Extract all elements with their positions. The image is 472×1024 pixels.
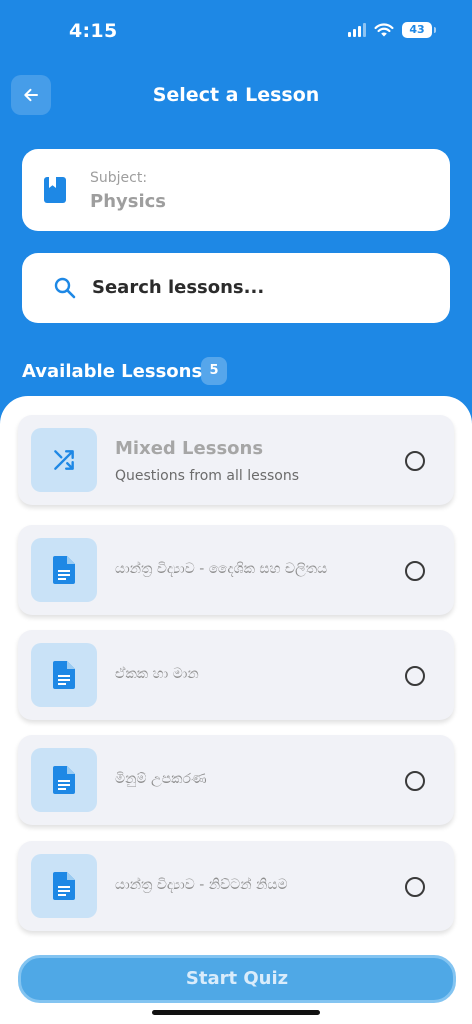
status-icons: 43 [348, 22, 436, 38]
lesson-radio[interactable] [405, 561, 425, 581]
section-title: Available Lessons [22, 361, 203, 382]
lesson-icon-box [31, 748, 97, 812]
status-time: 4:15 [69, 20, 118, 42]
book-icon [44, 177, 66, 203]
document-icon [53, 766, 75, 794]
lesson-option[interactable]: යාන්ත්‍ර විද්‍යාව - දෛශික සහ චලිතය [18, 525, 454, 615]
lesson-title: මිනුම් උපකරණ [115, 771, 207, 787]
lesson-radio[interactable] [405, 451, 425, 471]
lesson-option[interactable]: යාන්ත්‍ර විද්‍යාව - නිව්ටන් නියම [18, 841, 454, 931]
page-title: Select a Lesson [152, 84, 320, 106]
lesson-title: ඒකක හා මාන [115, 666, 199, 682]
status-bar: 4:15 43 [0, 0, 472, 60]
shuffle-icon [54, 450, 74, 470]
lesson-option-mixed[interactable]: Mixed Lessons Questions from all lessons [18, 415, 454, 505]
search-bar[interactable] [22, 253, 450, 323]
start-quiz-button[interactable]: Start Quiz [18, 955, 456, 1003]
battery-icon: 43 [402, 22, 436, 38]
lesson-option[interactable]: ඒකක හා මාන [18, 630, 454, 720]
subject-value: Physics [90, 191, 167, 212]
lesson-title: යාන්ත්‍ර විද්‍යාව - නිව්ටන් නියම [115, 877, 288, 893]
document-icon [53, 872, 75, 900]
lesson-title: යාන්ත්‍ර විද්‍යාව - දෛශික සහ චලිතය [115, 561, 328, 577]
lesson-option[interactable]: මිනුම් උපකරණ [18, 735, 454, 825]
document-icon [53, 556, 75, 584]
lesson-subtitle: Questions from all lessons [115, 468, 300, 484]
lesson-icon-box [31, 854, 97, 918]
cellular-signal-icon [348, 23, 366, 37]
lesson-icon-box [31, 428, 97, 492]
lesson-title: Mixed Lessons [115, 438, 264, 459]
subject-card: Subject: Physics [22, 149, 450, 231]
lesson-radio[interactable] [405, 666, 425, 686]
wifi-icon [374, 22, 394, 36]
lesson-count-badge: 5 [201, 357, 227, 385]
search-icon [54, 277, 76, 299]
home-indicator [152, 1010, 320, 1015]
lesson-radio[interactable] [405, 771, 425, 791]
lesson-icon-box [31, 643, 97, 707]
search-input[interactable] [92, 271, 432, 303]
subject-label: Subject: [90, 170, 148, 186]
document-icon [53, 661, 75, 689]
lesson-icon-box [31, 538, 97, 602]
lesson-radio[interactable] [405, 877, 425, 897]
